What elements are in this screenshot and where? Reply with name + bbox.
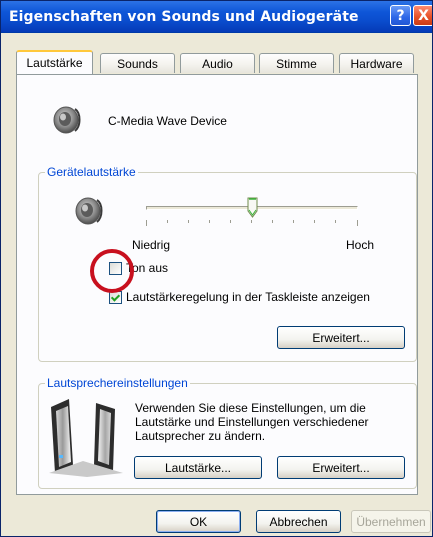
speaker-description: Verwenden Sie diese Einstellungen, um di… [135, 401, 405, 443]
tab-stimme[interactable]: Stimme [259, 53, 334, 73]
title-bar[interactable]: Eigenschaften von Sounds und Audiogeräte… [1, 1, 432, 33]
close-icon: X [418, 7, 429, 24]
apply-button[interactable]: Übernehmen [351, 510, 431, 533]
slider-tick [230, 220, 231, 223]
speaker-settings-label: Lautsprechereinstellungen [45, 376, 190, 390]
speaker-volume-button[interactable]: Lautstärke... [134, 456, 262, 479]
speaker-advanced-button[interactable]: Erweitert... [277, 456, 405, 479]
speaker-description-line: Lautstärke und Einstellungen verschieden… [135, 415, 369, 429]
speaker-description-line: Verwenden Sie diese Einstellungen, um di… [135, 401, 366, 415]
cancel-button[interactable]: Abbrechen [256, 510, 341, 533]
slider-thumb[interactable] [247, 197, 258, 218]
slider-tick [146, 220, 147, 226]
tab-sounds[interactable]: Sounds [100, 53, 175, 73]
mute-label[interactable]: Ton aus [126, 261, 168, 275]
device-volume-slider[interactable] [146, 196, 358, 231]
mute-checkbox-row[interactable]: Ton aus [109, 260, 168, 276]
taskbar-checkbox-row[interactable]: Lautstärkeregelung in der Taskleiste anz… [109, 289, 370, 305]
device-advanced-button[interactable]: Erweitert... [277, 326, 405, 349]
window-title: Eigenschaften von Sounds und Audiogeräte [9, 9, 359, 25]
high-label: Hoch [346, 238, 375, 252]
help-button[interactable]: ? [390, 5, 411, 26]
slider-tick [335, 220, 336, 223]
slider-tick [209, 220, 210, 223]
speaker-description-line: Lautsprecher zu ändern. [135, 429, 266, 443]
device-name: C-Media Wave Device [108, 114, 227, 128]
speaker-icon [75, 197, 103, 225]
device-volume-label: Gerätelautstärke [45, 165, 138, 179]
properties-window: Eigenschaften von Sounds und Audiogeräte… [0, 0, 433, 537]
speaker-set-icon [49, 399, 123, 477]
low-label: Niedrig [132, 238, 171, 252]
taskbar-checkbox[interactable] [109, 290, 122, 304]
ok-button[interactable]: OK [156, 510, 241, 533]
slider-tick [357, 220, 358, 226]
slider-tick [314, 220, 315, 223]
mute-checkbox[interactable] [109, 261, 122, 275]
tab-bar: Lautstärke Sounds Audio Stimme Hardware [16, 50, 418, 76]
speaker-icon [53, 106, 81, 134]
slider-tick [167, 220, 168, 223]
close-button[interactable]: X [413, 5, 432, 26]
slider-tick [251, 220, 252, 223]
slider-tick [293, 220, 294, 223]
tab-hardware[interactable]: Hardware [339, 53, 414, 73]
slider-tick [188, 220, 189, 223]
tab-lautstaerke[interactable]: Lautstärke [16, 50, 93, 74]
tab-audio[interactable]: Audio [180, 53, 255, 73]
slider-tick [272, 220, 273, 223]
taskbar-label[interactable]: Lautstärkeregelung in der Taskleiste anz… [126, 290, 370, 304]
help-icon: ? [396, 7, 405, 24]
